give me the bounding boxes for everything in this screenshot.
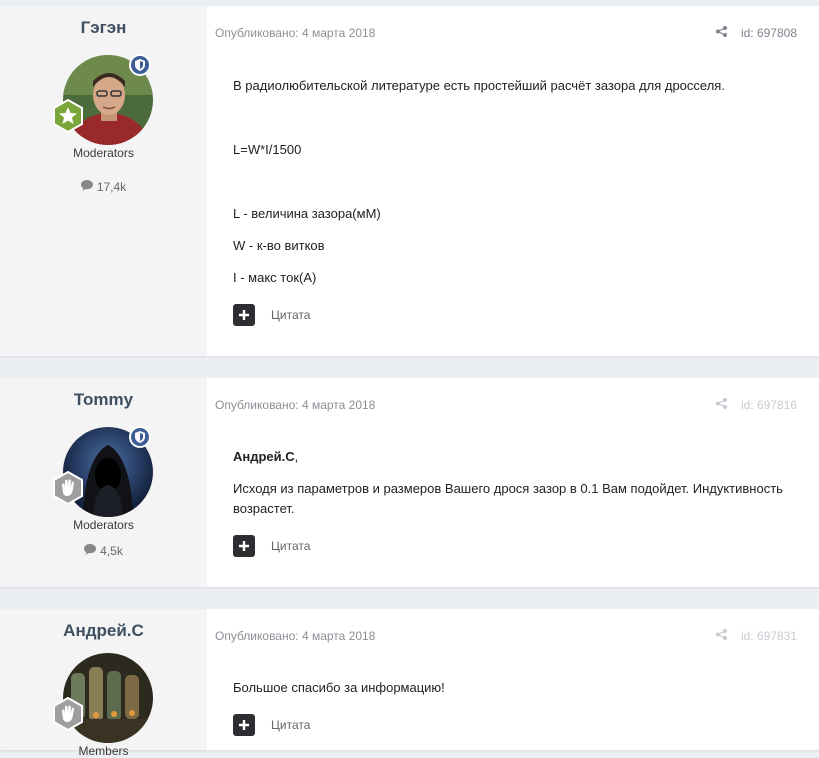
post-id[interactable]: id: 697816: [741, 398, 797, 412]
post: Tommy Moderators 4,5k Опубликовано: 4 ма…: [0, 378, 819, 587]
author-group: Moderators: [73, 146, 134, 160]
post-content: Опубликовано: 4 марта 2018 id: 697831 Бо…: [207, 609, 819, 750]
author-group: Moderators: [73, 518, 134, 532]
post: Андрей.С Members Опубликовано: 4 марта 2…: [0, 609, 819, 758]
author-name[interactable]: Гэгэн: [0, 18, 207, 38]
avatar-wrap: [53, 426, 153, 517]
author-group: Members: [78, 744, 129, 758]
post-id[interactable]: id: 697831: [741, 629, 797, 643]
plus-icon[interactable]: [233, 714, 255, 736]
hand-icon: [51, 696, 85, 732]
post-date[interactable]: Опубликовано: 4 марта 2018: [215, 398, 375, 412]
share-icon[interactable]: [715, 629, 727, 643]
post-actions: Цитата: [233, 535, 310, 557]
author-name[interactable]: Tommy: [0, 390, 207, 410]
avatar-wrap: [53, 653, 153, 743]
post-date[interactable]: Опубликовано: 4 марта 2018: [215, 629, 375, 643]
post-meta: id: 697831: [715, 629, 797, 643]
mention-link[interactable]: Андрей.С: [233, 449, 295, 464]
body-line: В радиолюбительской литературе есть прос…: [233, 78, 725, 93]
plus-icon[interactable]: [233, 304, 255, 326]
post-body: Андрей.С, Исходя из параметров и размеро…: [233, 447, 799, 519]
post-body: В радиолюбительской литературе есть прос…: [233, 76, 799, 288]
post: Гэгэн Moderators 17,4k Опубликовано: 4 м…: [0, 6, 819, 356]
post-count: 4,5k: [0, 544, 207, 558]
shield-icon: [129, 426, 151, 448]
post-content: Опубликовано: 4 марта 2018 id: 697808 В …: [207, 6, 819, 356]
post-meta: id: 697816: [715, 398, 797, 412]
post-count-value: 4,5k: [100, 544, 123, 558]
post-date[interactable]: Опубликовано: 4 марта 2018: [215, 26, 375, 40]
body-line: W - к-во витков: [233, 238, 325, 253]
quote-button[interactable]: Цитата: [271, 308, 310, 322]
post-content: Опубликовано: 4 марта 2018 id: 697816 Ан…: [207, 378, 819, 587]
author-panel: Андрей.С Members: [0, 609, 207, 758]
post-actions: Цитата: [233, 714, 310, 736]
comment-icon: [80, 180, 93, 194]
comment-icon: [84, 544, 97, 558]
post-body: Большое спасибо за информацию!: [233, 678, 799, 698]
mention-line: Андрей.С,: [233, 447, 799, 467]
post-actions: Цитата: [233, 304, 310, 326]
body-line: L - величина зазора(мМ): [233, 206, 381, 221]
body-line: I - макс ток(А): [233, 270, 317, 285]
body-line: L=W*I/1500: [233, 142, 302, 157]
star-icon: [51, 98, 85, 134]
body-line: Исходя из параметров и размеров Вашего д…: [233, 481, 783, 516]
mention-suffix: ,: [294, 449, 299, 464]
plus-icon[interactable]: [233, 535, 255, 557]
post-meta: id: 697808: [715, 26, 797, 40]
post-id[interactable]: id: 697808: [741, 26, 797, 40]
quote-button[interactable]: Цитата: [271, 718, 310, 732]
author-name[interactable]: Андрей.С: [0, 621, 207, 641]
hand-icon: [51, 470, 85, 506]
share-icon[interactable]: [715, 26, 727, 40]
author-panel: Гэгэн Moderators 17,4k: [0, 6, 207, 356]
share-icon[interactable]: [715, 398, 727, 412]
post-count-value: 17,4k: [96, 180, 127, 194]
quote-button[interactable]: Цитата: [271, 539, 310, 553]
author-panel: Tommy Moderators 4,5k: [0, 378, 207, 587]
shield-icon: [129, 54, 151, 76]
avatar-wrap: [53, 54, 153, 145]
post-count: 17,4k: [0, 180, 207, 194]
body-line: Большое спасибо за информацию!: [233, 680, 445, 695]
